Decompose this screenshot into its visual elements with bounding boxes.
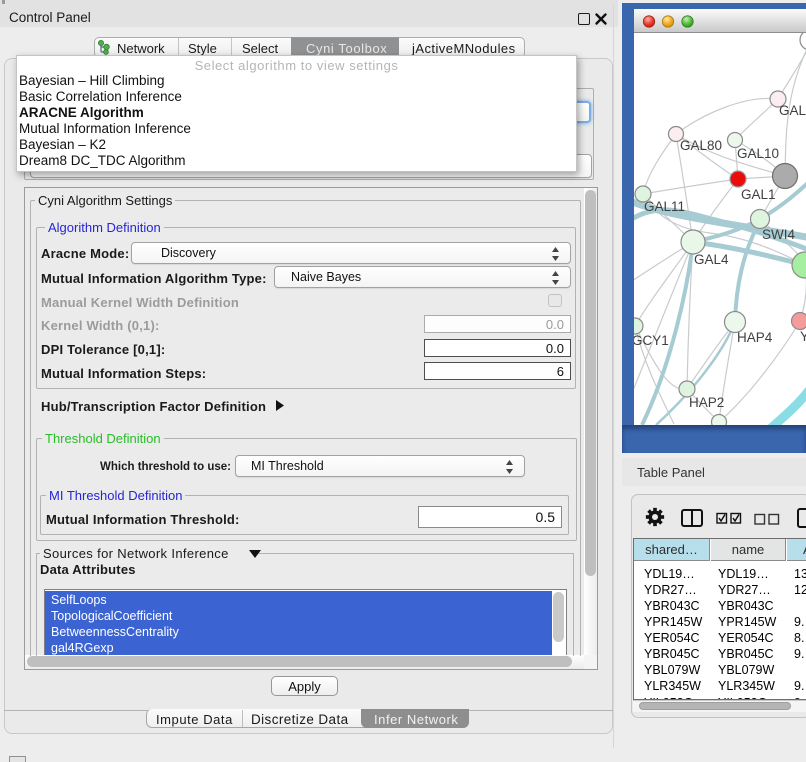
svg-text:GAL11: GAL11 [644, 199, 685, 214]
svg-text:HAP4: HAP4 [737, 330, 773, 345]
svg-text:GAL2: GAL2 [779, 103, 806, 118]
svg-text:GAL4: GAL4 [694, 252, 729, 267]
svg-text:GAL1: GAL1 [741, 187, 776, 202]
svg-text:HAP2: HAP2 [689, 395, 724, 410]
svg-text:SWI4: SWI4 [762, 227, 795, 242]
svg-text:GAL10: GAL10 [737, 146, 779, 161]
svg-text:GAL80: GAL80 [680, 138, 722, 153]
svg-text:Y: Y [800, 329, 806, 344]
svg-text:GCY1: GCY1 [634, 333, 669, 348]
